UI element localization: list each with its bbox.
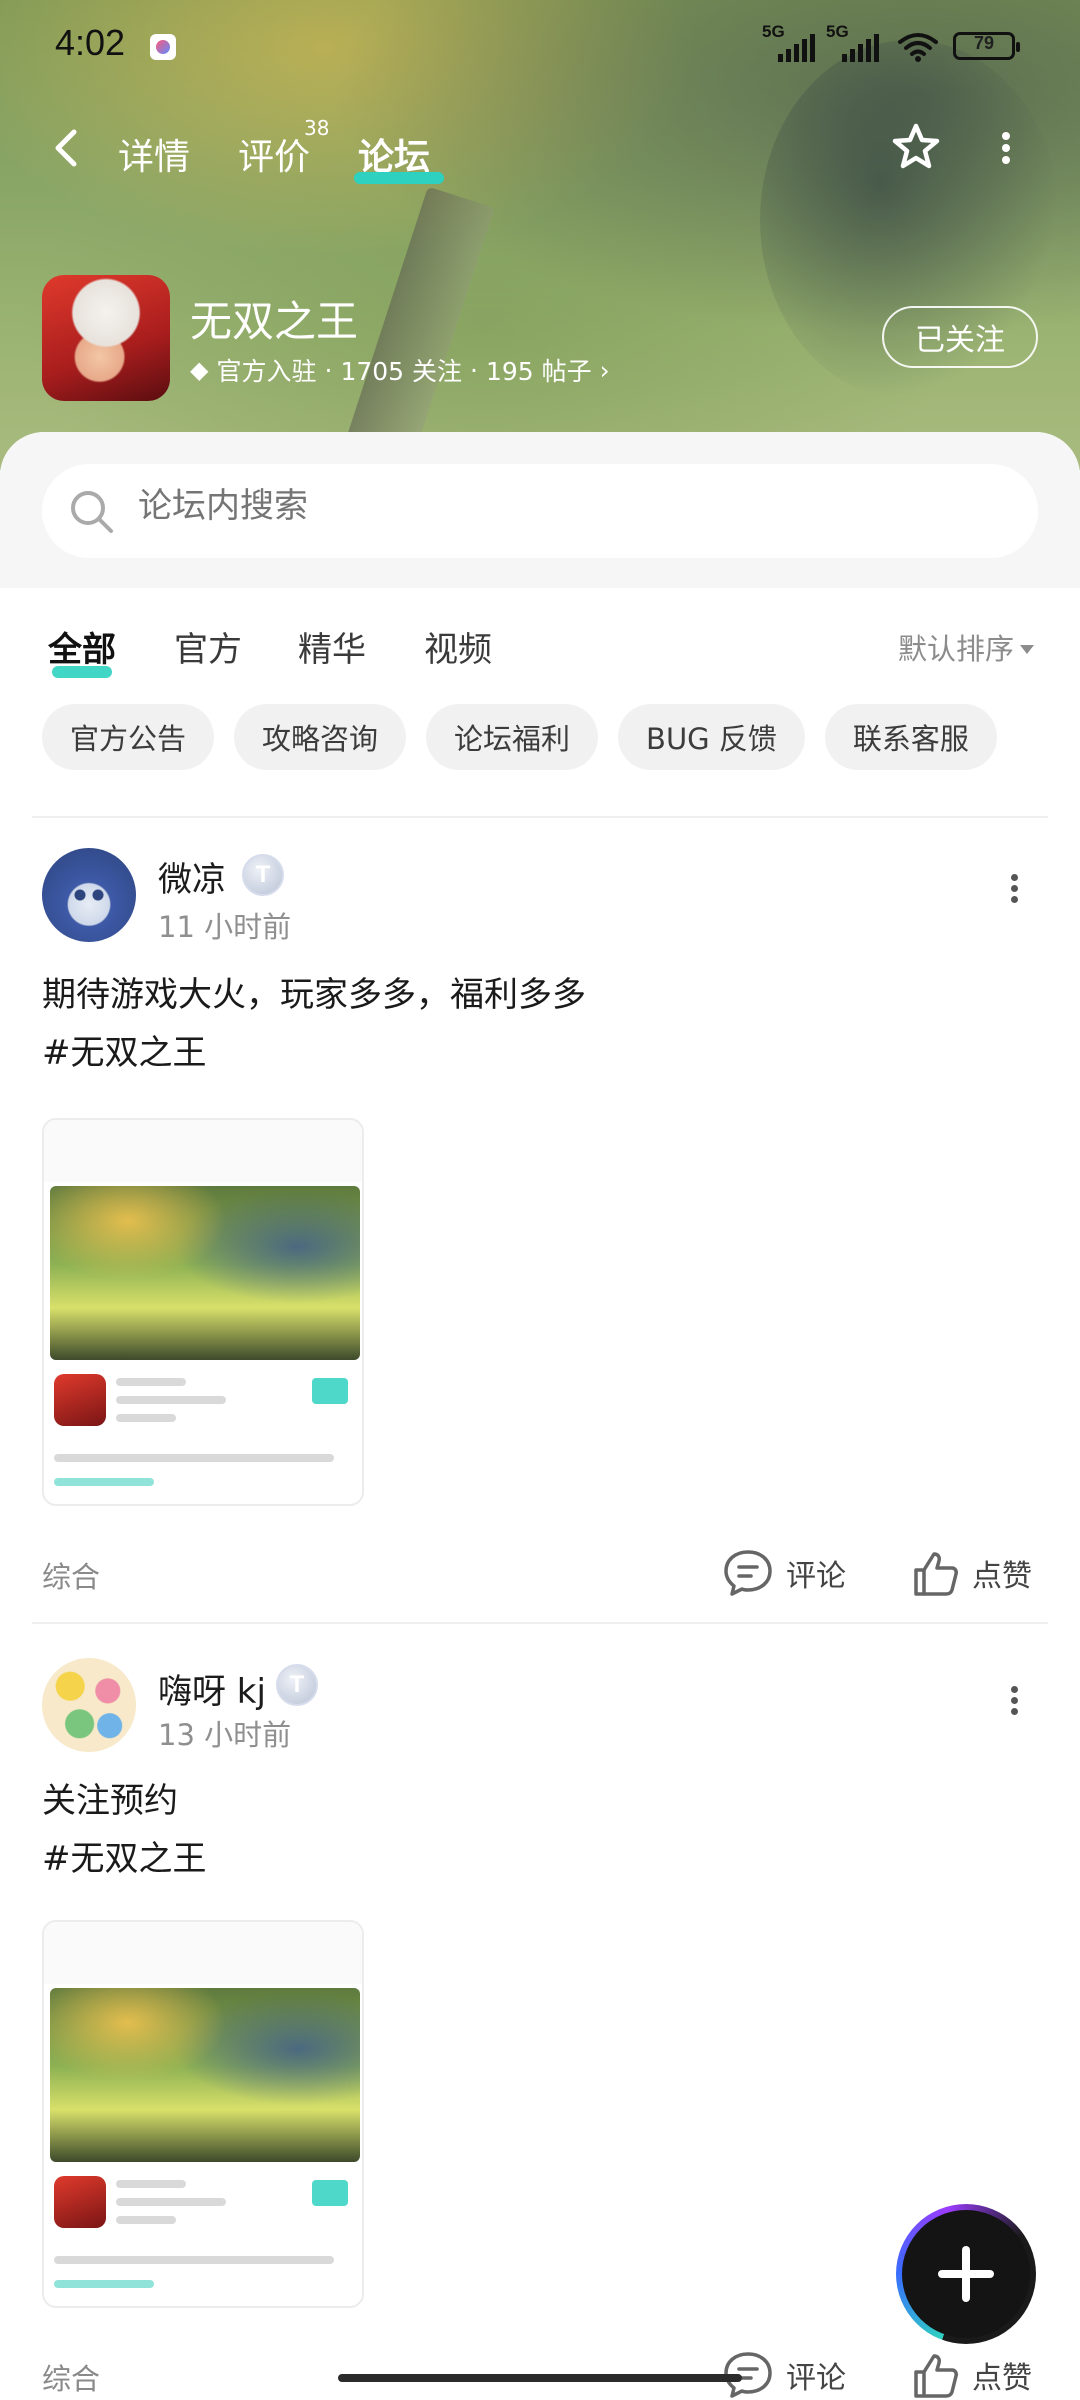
follow-button[interactable]: 已关注	[882, 306, 1038, 368]
comment-button[interactable]: 评论	[722, 1548, 846, 1598]
chip-announcements[interactable]: 官方公告	[42, 704, 215, 770]
post-more-icon[interactable]	[1008, 870, 1020, 910]
post-text-line: 关注预约	[42, 1781, 178, 1821]
tab-all[interactable]: 全部	[48, 622, 116, 671]
tab-video[interactable]: 视频	[424, 622, 492, 671]
divider	[32, 816, 1048, 818]
official-label: 官方入驻	[216, 357, 317, 386]
search-box[interactable]	[42, 464, 1038, 558]
wifi-icon	[898, 33, 938, 62]
post-username[interactable]: 嗨呀 kj	[158, 1664, 266, 1713]
post-time: 11 小时前	[158, 910, 292, 944]
comment-icon	[724, 1550, 772, 1596]
thumb-header	[44, 1922, 362, 1984]
post-time: 13 小时前	[158, 1718, 292, 1752]
post-text[interactable]: 关注预约 #无双之王	[42, 1772, 207, 1888]
followers-count: 1705 关注	[340, 357, 463, 386]
game-icon[interactable]	[42, 275, 170, 401]
sword-art	[335, 186, 495, 470]
more-icon[interactable]	[998, 128, 1014, 168]
post-category[interactable]: 综合	[42, 2356, 100, 2398]
sort-dropdown[interactable]: 默认排序	[898, 626, 1035, 668]
thumbs-up-icon	[914, 1552, 958, 1596]
new-post-fab[interactable]	[896, 2204, 1036, 2344]
post-footer: 综合 评论 点赞	[0, 1544, 1080, 1604]
sort-label: 默认排序	[898, 632, 1015, 666]
signal-icon-2: 5G	[826, 22, 886, 62]
thumb-art	[50, 1988, 360, 2162]
tab-featured[interactable]: 精华	[298, 622, 366, 671]
thumbs-up-icon	[914, 2354, 958, 2398]
signal-icon-1: 5G	[762, 22, 822, 62]
game-title: 无双之王	[190, 297, 359, 346]
chevron-right-icon: ›	[599, 355, 610, 385]
post-username[interactable]: 微凉	[158, 852, 226, 901]
active-tab-indicator	[354, 172, 444, 184]
official-diamond-icon: ◆	[190, 356, 209, 384]
forum-content: 全部 官方 精华 视频 默认排序 官方公告 攻略咨询 论坛福利 BUG 反馈 联…	[0, 432, 1080, 2400]
chip-contact-support[interactable]: 联系客服	[824, 704, 997, 770]
filter-tab-indicator	[52, 666, 112, 678]
thumb-info	[54, 1368, 354, 1500]
like-label: 点赞	[972, 2361, 1032, 2396]
post-more-icon[interactable]	[1008, 1682, 1020, 1722]
battery-icon: 79	[953, 32, 1020, 60]
game-meta[interactable]: ◆ 官方入驻 · 1705 关注 · 195 帖子 ›	[190, 352, 610, 388]
comment-label: 评论	[786, 2361, 846, 2396]
thumb-info	[54, 2170, 354, 2302]
back-arrow-icon[interactable]	[48, 126, 88, 170]
chip-guides[interactable]: 攻略咨询	[234, 704, 407, 770]
divider	[32, 1622, 1048, 1624]
post-text-line: 期待游戏大火，玩家多多，福利多多	[42, 975, 586, 1015]
search-input[interactable]	[138, 486, 998, 526]
like-button[interactable]: 点赞	[910, 2350, 1032, 2400]
post-card[interactable]: 微凉 T 11 小时前 期待游戏大火，玩家多多，福利多多 #无双之王 综合 评论…	[0, 848, 1080, 1596]
like-label: 点赞	[972, 1559, 1032, 1594]
post-hashtag[interactable]: #无双之王	[42, 1830, 207, 1888]
caret-down-icon	[1020, 644, 1035, 654]
like-button[interactable]: 点赞	[910, 1548, 1032, 1598]
status-time: 4:02	[55, 22, 126, 63]
home-indicator[interactable]	[338, 2374, 742, 2382]
category-chips: 官方公告 攻略咨询 论坛福利 BUG 反馈 联系客服	[42, 704, 997, 770]
app-notification-icon	[150, 34, 176, 60]
filter-tabs: 全部 官方 精华 视频 默认排序	[0, 612, 1080, 682]
status-bar: 4:02 5G 5G 79	[0, 0, 1080, 90]
post-text[interactable]: 期待游戏大火，玩家多多，福利多多 #无双之王	[42, 966, 586, 1082]
chip-benefits[interactable]: 论坛福利	[426, 704, 599, 770]
avatar[interactable]	[42, 1658, 136, 1752]
chip-bug-report[interactable]: BUG 反馈	[618, 704, 805, 770]
post-category[interactable]: 综合	[42, 1554, 100, 1596]
top-nav: 详情 评价 38 论坛	[0, 110, 1080, 190]
search-icon	[71, 491, 113, 533]
star-icon[interactable]	[888, 120, 944, 176]
post-image[interactable]	[42, 1118, 364, 1506]
thumb-header	[44, 1120, 362, 1182]
reviews-count-badge: 38	[304, 116, 330, 140]
comment-label: 评论	[786, 1559, 846, 1594]
tab-official[interactable]: 官方	[174, 622, 242, 671]
level-badge: T	[276, 1664, 318, 1706]
post-footer: 综合 评论 点赞	[0, 2346, 1080, 2400]
posts-count: 195 帖子	[485, 357, 592, 386]
battery-level: 79	[973, 33, 995, 53]
thumb-art	[50, 1186, 360, 1360]
tab-reviews[interactable]: 评价	[238, 128, 310, 180]
level-badge: T	[242, 854, 284, 896]
search-area	[0, 432, 1080, 588]
plus-icon	[902, 2210, 1030, 2338]
avatar[interactable]	[42, 848, 136, 942]
post-hashtag[interactable]: #无双之王	[42, 1024, 586, 1082]
post-image[interactable]	[42, 1920, 364, 2308]
tab-details[interactable]: 详情	[118, 128, 190, 180]
